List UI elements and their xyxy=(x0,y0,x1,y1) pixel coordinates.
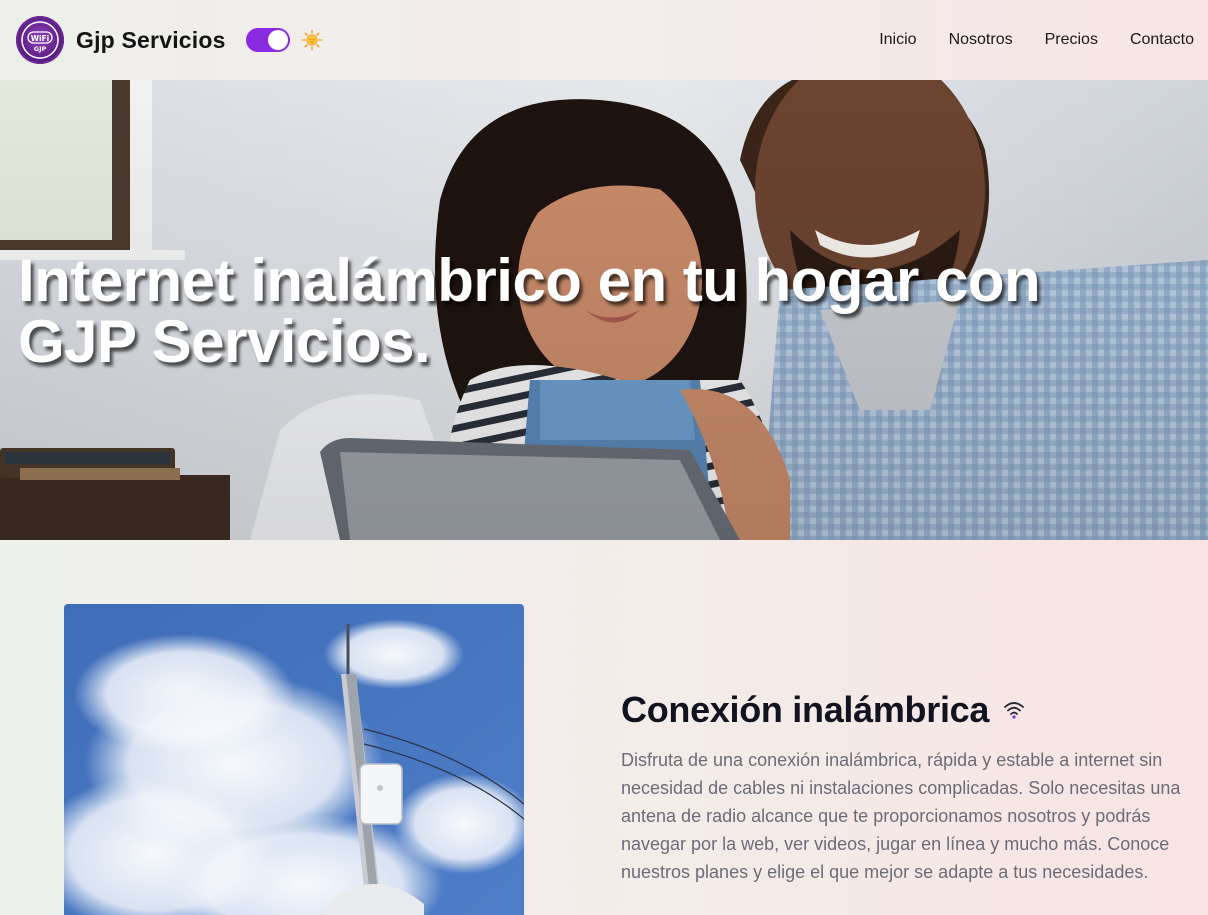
nav-link-nosotros[interactable]: Nosotros xyxy=(949,28,1013,52)
wifi-logo-icon: WiFi GJP xyxy=(21,21,59,59)
connection-heading: Conexión inalámbrica xyxy=(621,688,1025,732)
toggle-knob xyxy=(268,30,288,50)
svg-text:WiFi: WiFi xyxy=(31,34,50,43)
connection-description: Disfruta de una conexión inalámbrica, rá… xyxy=(621,750,1181,882)
brand-logo[interactable]: WiFi GJP xyxy=(16,16,64,64)
wifi-icon xyxy=(1004,702,1025,719)
antenna-photo xyxy=(64,604,524,915)
connection-title: Conexión inalámbrica xyxy=(621,689,990,730)
antenna-image xyxy=(64,604,524,915)
nav-link-contacto[interactable]: Contacto xyxy=(1130,28,1194,52)
nav-link-inicio[interactable]: Inicio xyxy=(879,28,916,52)
hero-section: Internet inalámbrico en tu hogar con GJP… xyxy=(0,80,1208,540)
theme-toggle[interactable] xyxy=(246,28,290,52)
brand-name[interactable]: Gjp Servicios xyxy=(76,24,226,56)
sun-icon xyxy=(301,29,323,51)
navbar: WiFi GJP Gjp Servicios Inicio Nosotros P… xyxy=(0,0,1208,80)
hero-title: Internet inalámbrico en tu hogar con GJP… xyxy=(18,247,1041,375)
main-nav: Inicio Nosotros Precios Contacto xyxy=(879,28,1194,52)
svg-text:GJP: GJP xyxy=(34,45,47,53)
nav-link-precios[interactable]: Precios xyxy=(1045,28,1098,52)
